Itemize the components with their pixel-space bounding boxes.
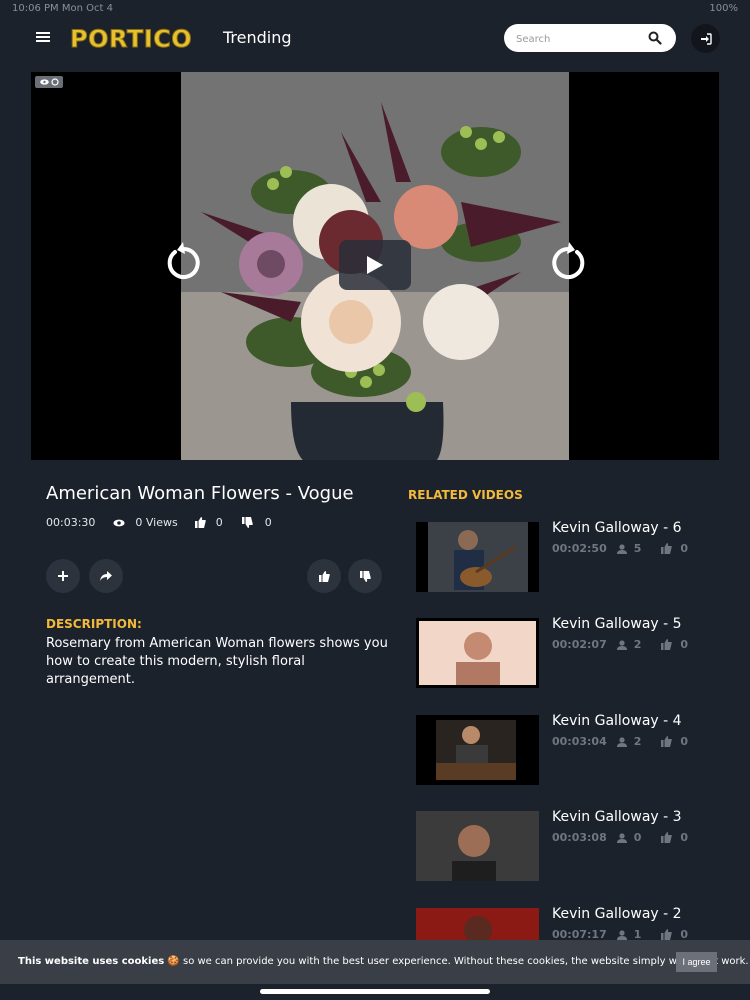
likes-count: 0 [215,516,223,529]
add-to-playlist-button[interactable] [46,559,80,593]
plus-icon [58,571,68,581]
related-video-item[interactable]: Kevin Galloway - 6 00:02:50 5 0 [416,520,716,592]
search-input[interactable] [514,29,648,49]
related-video-meta: 00:02:50 5 0 [552,542,688,555]
status-battery: 100% [709,3,738,14]
thumbs-up-icon [661,639,673,650]
video-player[interactable] [31,72,719,460]
related-video-title[interactable]: Kevin Galloway - 2 [552,906,682,922]
video-thumbnail[interactable] [416,811,539,881]
related-video-likes: 0 [680,735,689,748]
thumbs-up-icon [661,832,673,843]
likes-group: 0 [194,516,223,529]
thumbs-up-icon [318,570,330,582]
like-button[interactable] [307,559,341,593]
related-video-viewers: 2 [633,735,642,748]
dislikes-count: 0 [264,516,272,529]
related-video-title[interactable]: Kevin Galloway - 5 [552,616,682,632]
user-icon [616,639,627,650]
page-title: Trending [223,28,292,47]
views-group: 0 Views [113,516,178,529]
agree-button[interactable]: I agree [676,952,717,972]
related-video-viewers: 5 [633,542,642,555]
play-icon [367,256,383,274]
cookie-message-bold: This website uses cookies [18,956,165,967]
user-icon [616,832,627,843]
share-button[interactable] [89,559,123,593]
status-bar: 10:06 PM Mon Oct 4 100% [0,0,750,16]
user-icon [616,929,627,940]
related-video-meta: 00:03:08 0 0 [552,831,688,844]
eye-icon [39,79,49,85]
play-button[interactable] [339,240,411,290]
menu-icon[interactable] [36,30,50,44]
thumbs-down-icon [241,517,253,528]
related-video-duration: 00:02:50 [552,542,607,555]
related-video-item[interactable]: Kevin Galloway - 5 00:02:07 2 0 [416,616,716,688]
related-video-duration: 00:03:04 [552,735,607,748]
related-video-duration: 00:03:08 [552,831,607,844]
dislikes-group: 0 [241,516,272,529]
description-heading: DESCRIPTION: [46,617,142,631]
video-meta: 00:03:30 0 Views 0 0 [46,516,272,529]
related-video-title[interactable]: Kevin Galloway - 3 [552,809,682,825]
thumbs-up-icon [661,929,673,940]
related-video-viewers: 2 [633,638,642,651]
thumbs-up-icon [194,517,206,528]
user-icon [616,543,627,554]
user-icon [616,736,627,747]
rewind-icon[interactable] [161,240,205,284]
description-text: Rosemary from American Woman flowers sho… [46,636,388,687]
thumbs-down-icon [359,570,371,582]
video-title: American Woman Flowers - Vogue [46,483,354,504]
video-thumbnail[interactable] [416,618,539,688]
cookie-banner: This website uses cookies 🍪 so we can pr… [0,940,750,984]
home-indicator[interactable] [260,989,490,994]
related-video-item[interactable]: Kevin Galloway - 3 00:03:08 0 0 [416,809,716,881]
view-counter-chip [35,76,63,88]
related-video-meta: 00:03:04 2 0 [552,735,688,748]
related-video-meta: 00:02:07 2 0 [552,638,688,651]
related-video-likes: 0 [680,831,689,844]
related-video-title[interactable]: Kevin Galloway - 4 [552,713,682,729]
search-bar [504,24,676,52]
related-video-viewers: 0 [633,831,642,844]
cookie-message-text: so we can provide you with the best user… [179,956,749,967]
sign-in-icon [700,32,712,45]
search-icon[interactable] [648,31,662,45]
related-video-duration: 00:02:07 [552,638,607,651]
video-thumbnail[interactable] [416,715,539,785]
eye-icon [113,519,126,526]
fast-forward-icon[interactable] [547,240,591,284]
cookie-message: This website uses cookies 🍪 so we can pr… [18,956,749,967]
related-video-likes: 0 [680,542,689,555]
share-icon [100,571,112,581]
logo[interactable]: PORTICO [69,24,192,54]
circle-icon [50,78,59,86]
video-thumbnail[interactable] [416,522,539,592]
cookie-emoji: 🍪 [167,956,180,967]
dislike-button[interactable] [348,559,382,593]
related-video-likes: 0 [680,638,689,651]
login-button[interactable] [691,24,720,53]
related-video-item[interactable]: Kevin Galloway - 4 00:03:04 2 0 [416,713,716,785]
thumbs-up-icon [661,543,673,554]
video-duration: 00:03:30 [46,516,96,529]
thumbs-up-icon [661,736,673,747]
related-videos-heading: RELATED VIDEOS [408,488,523,502]
views-count: 0 Views [135,516,178,529]
related-video-title[interactable]: Kevin Galloway - 6 [552,520,682,536]
status-time: 10:06 PM Mon Oct 4 [12,3,113,14]
